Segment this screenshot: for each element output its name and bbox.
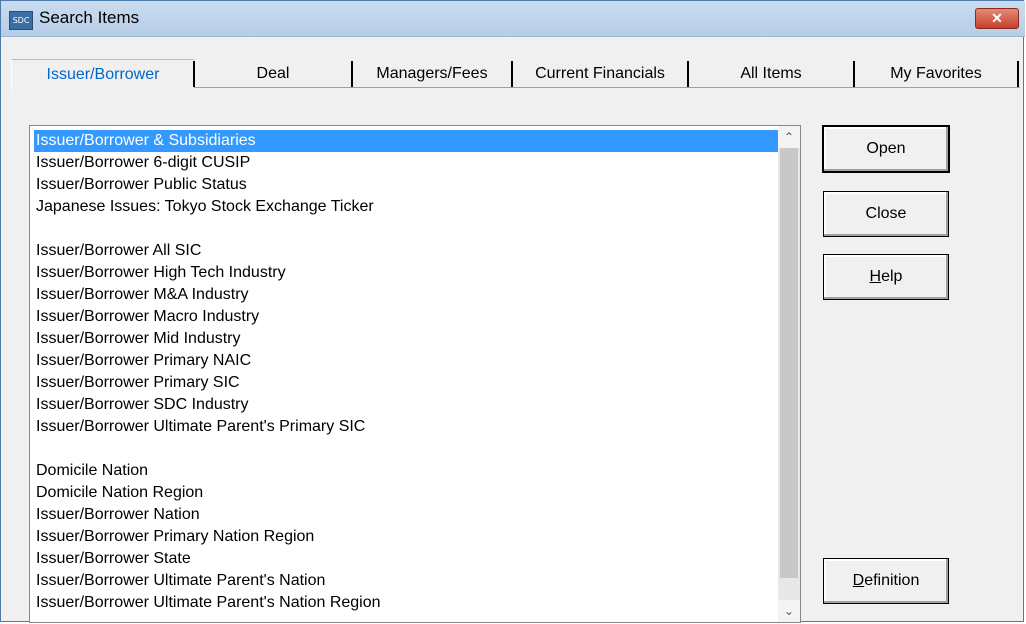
list-item[interactable]: Issuer/Borrower SDC Industry (34, 394, 778, 416)
list-item[interactable]: Issuer/Borrower Ultimate Parent's Nation… (34, 592, 778, 614)
tab-my-favorites[interactable]: My Favorites (855, 59, 1017, 89)
list-item[interactable]: Issuer/Borrower 6-digit CUSIP (34, 152, 778, 174)
list-item[interactable]: Issuer/Borrower Primary SIC (34, 372, 778, 394)
definition-accelerator: D (852, 572, 865, 589)
tab-separator (1017, 61, 1019, 87)
scroll-thumb[interactable] (780, 148, 798, 578)
tab-current-financials[interactable]: Current Financials (513, 59, 687, 89)
list-item[interactable]: Issuer/Borrower All SIC (34, 240, 778, 262)
window-title: Search Items (39, 8, 140, 27)
list-item[interactable]: Issuer/Borrower M&A Industry (34, 284, 778, 306)
search-items-listbox[interactable]: Issuer/Borrower & Subsidiaries Issuer/Bor… (29, 125, 801, 623)
close-window-button[interactable]: ✕ (975, 8, 1019, 29)
tab-strip: Issuer/Borrower Deal Managers/Fees Curre… (11, 59, 1021, 90)
scroll-down-arrow-icon[interactable]: ⌄ (778, 600, 800, 622)
scroll-up-arrow-icon[interactable]: ⌃ (778, 126, 800, 148)
tab-issuer-borrower[interactable]: Issuer/Borrower (11, 59, 194, 90)
title-bar: SDC Search Items ✕ (1, 1, 1025, 37)
help-label-rest: elp (881, 268, 903, 285)
list-item[interactable]: Issuer/Borrower High Tech Industry (34, 262, 778, 284)
tab-managers-fees[interactable]: Managers/Fees (353, 59, 511, 89)
list-item[interactable]: Domicile Nation (34, 460, 778, 482)
app-icon: SDC (9, 11, 33, 30)
list-spacer (34, 218, 778, 240)
definition-label-rest: efinition (864, 572, 920, 589)
list-item[interactable]: Issuer/Borrower Mid Industry (34, 328, 778, 350)
list-item[interactable]: Domicile Nation Region (34, 482, 778, 504)
vertical-scrollbar[interactable]: ⌃ ⌄ (778, 126, 800, 622)
list-item[interactable]: Issuer/Borrower Primary NAIC (34, 350, 778, 372)
list-item[interactable]: Issuer/Borrower & Subsidiaries (34, 130, 778, 152)
list-item[interactable]: Issuer/Borrower Ultimate Parent's Primar… (34, 416, 778, 438)
close-button[interactable]: Close (823, 191, 949, 237)
list-item[interactable]: Issuer/Borrower Nation (34, 504, 778, 526)
open-button[interactable]: Open (822, 125, 950, 173)
list-spacer (34, 438, 778, 460)
search-items-dialog: SDC Search Items ✕ Issuer/Borrower Deal … (0, 0, 1025, 623)
list-item[interactable]: Issuer/Borrower Macro Industry (34, 306, 778, 328)
list-item[interactable]: Issuer/Borrower Public Status (34, 174, 778, 196)
definition-button[interactable]: Definition (823, 558, 949, 604)
tab-underline (194, 87, 1020, 88)
list-item[interactable]: Japanese Issues: Tokyo Stock Exchange Ti… (34, 196, 778, 218)
list-item[interactable]: Issuer/Borrower Primary Nation Region (34, 526, 778, 548)
list-item[interactable]: Issuer/Borrower Ultimate Parent's Nation (34, 570, 778, 592)
help-button[interactable]: Help (823, 254, 949, 300)
search-items-list: Issuer/Borrower & Subsidiaries Issuer/Bor… (34, 130, 778, 614)
tab-deal[interactable]: Deal (195, 59, 351, 89)
tab-all-items[interactable]: All Items (689, 59, 853, 89)
list-item[interactable]: Issuer/Borrower State (34, 548, 778, 570)
help-accelerator: H (869, 268, 882, 285)
